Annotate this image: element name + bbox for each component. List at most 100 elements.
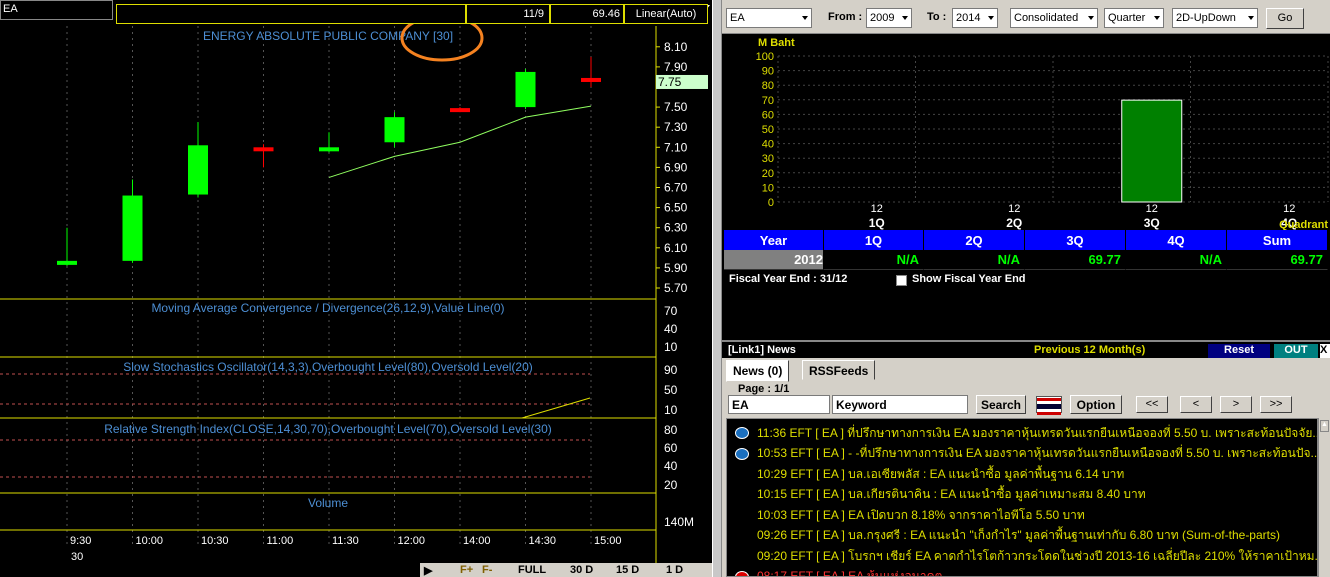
price-tick-label: 7.90: [664, 60, 688, 74]
chart-mode-value: 2D-UpDown: [1176, 12, 1236, 24]
chart-title: ENERGY ABSOLUTE PUBLIC COMPANY [30]: [203, 29, 453, 43]
news-panel: News (0) RSSFeeds Page : 1/1 EA Keyword …: [722, 358, 1330, 577]
news-item-text: 10:29 EFT [ EA ] บล.เอเซียพลัส : EA แนะน…: [757, 466, 1125, 481]
news-item[interactable]: 10:29 EFT [ EA ] บล.เอเซียพลัส : EA แนะน…: [727, 464, 1317, 484]
chevron-down-icon: [1088, 16, 1094, 20]
news-item-text: 11:36 EFT [ EA ] ที่ปรึกษาทางการเงิน EA …: [757, 425, 1318, 440]
indicator-tick-label: 40: [664, 322, 678, 336]
page-info: Page : 1/1: [738, 383, 790, 395]
indicator-tick-label: 50: [664, 383, 678, 397]
keyword-input[interactable]: Keyword: [832, 395, 968, 414]
y-tick-label: 20: [762, 168, 774, 180]
news-item[interactable]: 09:20 EFT [ EA ] โบรกฯ เชียร์ EA คาดกำไร…: [727, 546, 1317, 566]
news-period: Previous 12 Month(s): [1034, 344, 1146, 356]
news-item[interactable]: 10:15 EFT [ EA ] บล.เกียรตินาคิน : EA แน…: [727, 485, 1317, 505]
range-30d-button[interactable]: 30 D: [570, 564, 593, 576]
language-flag-icon[interactable]: [1036, 396, 1062, 415]
zoom-in-icon[interactable]: F+: [460, 564, 473, 576]
last-page-button[interactable]: >>: [1260, 396, 1292, 413]
reset-button[interactable]: Reset: [1208, 344, 1270, 358]
volume-label: Volume: [308, 496, 348, 510]
indicator-tick-label: 60: [664, 441, 678, 455]
prev-page-button[interactable]: <: [1180, 396, 1212, 413]
news-item-text: 10:15 EFT [ EA ] บล.เกียรตินาคิน : EA แน…: [757, 487, 1146, 501]
news-scrollbar[interactable]: ▲: [1318, 418, 1330, 577]
time-tick-label: 12:00: [398, 535, 426, 547]
time-tick-label: 14:30: [529, 535, 557, 547]
to-label: To :: [927, 11, 947, 23]
time-tick-label: 10:00: [136, 535, 164, 547]
table-cell: 69.77: [1227, 250, 1328, 270]
financial-toolbar: EA From : 2009 To : 2014 Consolidated Qu…: [722, 0, 1330, 34]
from-label: From :: [828, 11, 863, 23]
scroll-up-icon[interactable]: ▲: [1320, 420, 1329, 432]
table-header-cell: Year: [724, 230, 824, 250]
option-button[interactable]: Option: [1070, 395, 1122, 414]
candle-body: [515, 71, 536, 108]
show-fiscal-checkbox[interactable]: [896, 275, 907, 286]
y-tick-label: 10: [762, 182, 774, 194]
range-15d-button[interactable]: 15 D: [616, 564, 639, 576]
news-item[interactable]: 09:26 EFT [ EA ] บล.กรุงศรี : EA แนะนำ "…: [727, 526, 1317, 546]
table-header-cell: 2Q: [924, 230, 1025, 250]
period-select[interactable]: Quarter: [1104, 8, 1164, 28]
go-button[interactable]: Go: [1266, 8, 1304, 29]
news-item-text: 09:26 EFT [ EA ] บล.กรุงศรี : EA แนะนำ "…: [757, 528, 1280, 542]
interval-label: 30: [71, 551, 83, 563]
chart-last-price: 69.46: [550, 4, 624, 24]
chevron-down-icon: [902, 16, 908, 20]
to-year-select[interactable]: 2014: [952, 8, 998, 28]
price-tick-label: 6.50: [664, 201, 688, 215]
chart-info-bar: [116, 4, 466, 24]
search-button[interactable]: Search: [976, 395, 1026, 414]
next-page-button[interactable]: >: [1220, 396, 1252, 413]
news-item[interactable]: 10:03 EFT [ EA ] EA เปิดบวก 8.18% จากราค…: [727, 505, 1317, 525]
price-tick-label: 6.10: [664, 241, 688, 255]
table-header-cell: 4Q: [1126, 230, 1227, 250]
range-full-button[interactable]: FULL: [518, 564, 546, 576]
fin-symbol-select[interactable]: EA: [726, 8, 812, 28]
close-icon[interactable]: X: [1320, 344, 1330, 358]
tab-rssfeeds[interactable]: RSSFeeds: [802, 360, 876, 380]
y-tick-label: 50: [762, 124, 774, 136]
table-cell: N/A: [824, 250, 924, 270]
out-button[interactable]: OUT: [1274, 344, 1318, 358]
news-attachment-icon: [735, 427, 749, 439]
scroll-right-arrow-icon[interactable]: ▶: [424, 564, 432, 577]
macd-label: Moving Average Convergence / Divergence(…: [151, 301, 504, 315]
bar-top-label: 12: [1146, 203, 1158, 215]
candle-body: [384, 117, 405, 143]
candle-body: [57, 260, 77, 265]
first-page-button[interactable]: <<: [1136, 396, 1168, 413]
period-value: Quarter: [1108, 12, 1146, 24]
indicator-tick-label: 70: [664, 304, 678, 318]
news-item[interactable]: 11:36 EFT [ EA ] ที่ปรึกษาทางการเงิน EA …: [727, 423, 1318, 443]
from-year-select[interactable]: 2009: [866, 8, 912, 28]
candle-body: [122, 195, 143, 261]
time-tick-label: 10:30: [201, 535, 229, 547]
news-item[interactable]: 10:53 EFT [ EA ] - -ที่ปรึกษาทางการเงิน …: [727, 444, 1317, 464]
candle-body: [450, 108, 470, 113]
price-tick-label: 8.10: [664, 40, 688, 54]
y-tick-label: 100: [756, 51, 774, 63]
news-list[interactable]: 11:36 EFT [ EA ] ที่ปรึกษาทางการเงิน EA …: [726, 418, 1318, 577]
candlestick-chart[interactable]: ENERGY ABSOLUTE PUBLIC COMPANY [30] Movin…: [0, 0, 712, 577]
chevron-down-icon: [1154, 16, 1160, 20]
scale-mode-button[interactable]: Linear(Auto): [624, 4, 708, 24]
news-item[interactable]: 08:17 EFT [ EA ] EA หุ้นแห่งอนาคต: [727, 567, 1317, 576]
news-symbol-input[interactable]: EA: [728, 395, 830, 414]
financial-table: Year 1Q 2Q 3Q 4Q Sum 2012 N/A N/A 69.77 N/A 69.77: [724, 230, 1330, 270]
basis-select[interactable]: Consolidated: [1010, 8, 1098, 28]
news-attachment-icon: [735, 570, 749, 576]
quadrant-label: Quadrant: [1279, 219, 1328, 230]
zoom-out-icon[interactable]: F-: [482, 564, 492, 576]
range-1d-button[interactable]: 1 D: [666, 564, 683, 576]
news-attachment-icon: [735, 447, 749, 460]
y-tick-label: 80: [762, 80, 774, 92]
tab-news[interactable]: News (0): [726, 360, 790, 382]
chart-mode-select[interactable]: 2D-UpDown: [1172, 8, 1258, 28]
price-tick-label: 7.50: [664, 100, 688, 114]
pane-splitter[interactable]: [712, 0, 722, 577]
candle-body: [581, 77, 601, 82]
stock-chart-pane[interactable]: ENERGY ABSOLUTE PUBLIC COMPANY [30] Movin…: [0, 0, 712, 577]
